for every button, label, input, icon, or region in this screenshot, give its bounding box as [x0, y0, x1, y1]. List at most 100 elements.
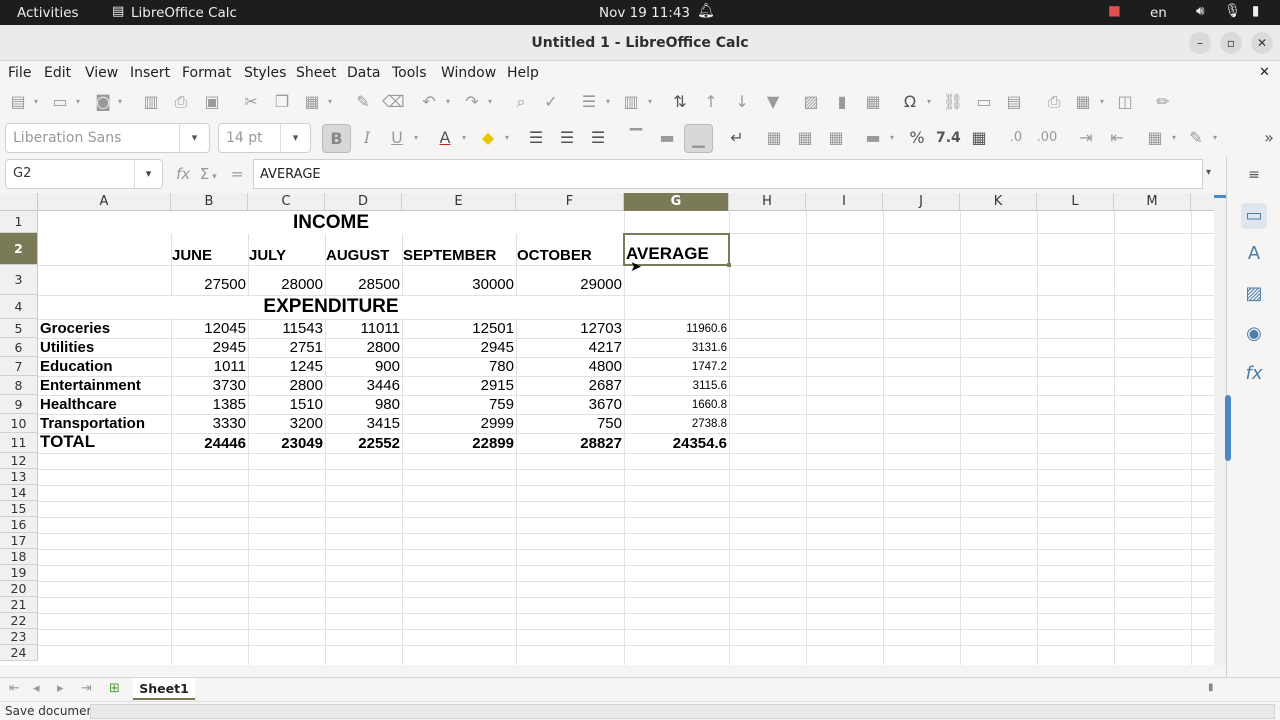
sidebar-collapse-handle[interactable]	[1225, 395, 1231, 461]
total-october[interactable]: 28827	[516, 435, 622, 452]
increase-indent-icon[interactable]: ⇥	[1075, 127, 1097, 149]
paste-dropdown-icon[interactable]: ▾	[328, 95, 336, 109]
highlight-color-icon[interactable]: ◆	[477, 127, 499, 149]
next-sheet-icon[interactable]: ▸	[57, 681, 64, 696]
column-header-m[interactable]: M	[1114, 193, 1191, 211]
highlight-dropdown-icon[interactable]: ▾	[505, 131, 513, 145]
currency-format-icon[interactable]: ▬	[862, 127, 884, 149]
income-june[interactable]: 27500	[171, 276, 246, 293]
label-total[interactable]: TOTAL	[40, 432, 95, 452]
utilities-september[interactable]: 2945	[402, 339, 514, 356]
redo-dropdown-icon[interactable]: ▾	[488, 95, 496, 109]
expenditure-title-cell[interactable]: EXPENDITURE	[38, 296, 624, 318]
entertainment-october[interactable]: 2687	[516, 377, 622, 394]
borders-icon[interactable]: ▦	[1144, 127, 1166, 149]
spreadsheet-grid[interactable]: A B C D E F G H I J K L M 1 2 3 4 5 6 7 …	[0, 193, 1214, 665]
label-transportation[interactable]: Transportation	[40, 415, 145, 432]
insert-chart-icon[interactable]: ▮	[831, 91, 853, 113]
menu-tools[interactable]: Tools	[392, 65, 427, 81]
align-bottom-button[interactable]: ▁	[684, 124, 713, 153]
header-june[interactable]: JUNE	[172, 247, 212, 264]
healthcare-august[interactable]: 980	[325, 396, 400, 413]
last-sheet-icon[interactable]: ⇥	[81, 681, 92, 696]
add-decimal-button[interactable]: .0	[1005, 127, 1027, 149]
special-char-dropdown-icon[interactable]: ▾	[927, 95, 935, 109]
row-header-21[interactable]: 21	[0, 597, 38, 613]
column-header-f[interactable]: F	[516, 193, 624, 211]
row-header-20[interactable]: 20	[0, 581, 38, 597]
unmerge-cells-icon[interactable]: ▦	[825, 127, 847, 149]
comment-icon[interactable]: ▭	[973, 91, 995, 113]
row-header-15[interactable]: 15	[0, 501, 38, 517]
income-july[interactable]: 28000	[248, 276, 323, 293]
entertainment-average[interactable]: 3115.6	[624, 380, 727, 392]
decrease-indent-icon[interactable]: ⇤	[1106, 127, 1128, 149]
education-august[interactable]: 900	[325, 358, 400, 375]
maximize-button[interactable]: ▫	[1220, 32, 1242, 54]
groceries-july[interactable]: 11543	[248, 320, 323, 337]
export-pdf-icon[interactable]: ▥	[140, 91, 162, 113]
row-header-9[interactable]: 9	[0, 395, 38, 414]
transportation-september[interactable]: 2999	[402, 415, 514, 432]
sidebar-properties-icon[interactable]: ▭	[1241, 203, 1267, 229]
date-format-icon[interactable]: ▦	[968, 127, 990, 149]
font-size-dropdown-icon[interactable]: ▾	[280, 124, 310, 152]
menu-insert[interactable]: Insert	[130, 65, 170, 81]
language-indicator[interactable]: en	[1150, 5, 1167, 21]
copy-icon[interactable]: ❐	[271, 91, 293, 113]
sort-ascending-icon[interactable]: ↑	[700, 91, 722, 113]
column-header-j[interactable]: J	[883, 193, 960, 211]
menu-help[interactable]: Help	[507, 65, 539, 81]
menu-view[interactable]: View	[85, 65, 118, 81]
menu-format[interactable]: Format	[182, 65, 231, 81]
sidebar-navigator-icon[interactable]: ◉	[1241, 321, 1267, 347]
border-style-dropdown-icon[interactable]: ▾	[1213, 131, 1221, 145]
cut-icon[interactable]: ✂	[240, 91, 262, 113]
align-center-icon[interactable]: ☰	[556, 127, 578, 149]
open-dropdown-icon[interactable]: ▾	[76, 95, 84, 109]
draw-functions-icon[interactable]: ✏	[1152, 91, 1174, 113]
underline-dropdown-icon[interactable]: ▾	[414, 131, 422, 145]
entertainment-august[interactable]: 3446	[325, 377, 400, 394]
font-name-dropdown-icon[interactable]: ▾	[179, 124, 209, 152]
transportation-october[interactable]: 750	[516, 415, 622, 432]
currency-dropdown-icon[interactable]: ▾	[890, 131, 898, 145]
expand-formula-bar-icon[interactable]: ▾	[1206, 167, 1211, 178]
income-title-cell[interactable]: INCOME	[38, 212, 624, 234]
first-sheet-icon[interactable]: ⇤	[9, 681, 20, 696]
utilities-june[interactable]: 2945	[171, 339, 246, 356]
wrap-text-icon[interactable]: ↵	[726, 127, 748, 149]
horizontal-scroll-handle-icon[interactable]: ▮	[1208, 682, 1214, 693]
utilities-average[interactable]: 3131.6	[624, 342, 727, 354]
print-preview-icon[interactable]: ▣	[201, 91, 223, 113]
sidebar-menu-icon[interactable]: ≡	[1241, 162, 1267, 188]
row-header-11[interactable]: 11	[0, 433, 38, 453]
income-september[interactable]: 30000	[402, 276, 514, 293]
healthcare-june[interactable]: 1385	[171, 396, 246, 413]
column-header-h[interactable]: H	[729, 193, 806, 211]
utilities-july[interactable]: 2751	[248, 339, 323, 356]
new-dropdown-icon[interactable]: ▾	[34, 95, 42, 109]
total-july[interactable]: 23049	[248, 435, 323, 452]
row-header-18[interactable]: 18	[0, 549, 38, 565]
select-all-corner[interactable]	[0, 193, 38, 211]
sort-descending-icon[interactable]: ↓	[731, 91, 753, 113]
print-icon[interactable]: ⎙	[170, 91, 192, 113]
formula-equals-icon[interactable]: =	[231, 165, 244, 183]
row-header-19[interactable]: 19	[0, 565, 38, 581]
undo-icon[interactable]: ↶	[418, 91, 440, 113]
groceries-average[interactable]: 11960.6	[624, 323, 727, 335]
menu-sheet[interactable]: Sheet	[296, 65, 336, 81]
education-october[interactable]: 4800	[516, 358, 622, 375]
sidebar-functions-icon[interactable]: fx	[1241, 361, 1267, 387]
align-left-icon[interactable]: ☰	[525, 127, 547, 149]
transportation-average[interactable]: 2738.8	[624, 418, 727, 430]
bold-button[interactable]: B	[322, 124, 351, 153]
column-header-k[interactable]: K	[960, 193, 1037, 211]
column-header-i[interactable]: I	[806, 193, 883, 211]
underline-button[interactable]: U	[386, 127, 408, 149]
function-wizard-icon[interactable]: fx	[176, 165, 190, 183]
find-replace-icon[interactable]: ⌕	[510, 91, 532, 113]
education-june[interactable]: 1011	[171, 358, 246, 375]
row-header-14[interactable]: 14	[0, 485, 38, 501]
